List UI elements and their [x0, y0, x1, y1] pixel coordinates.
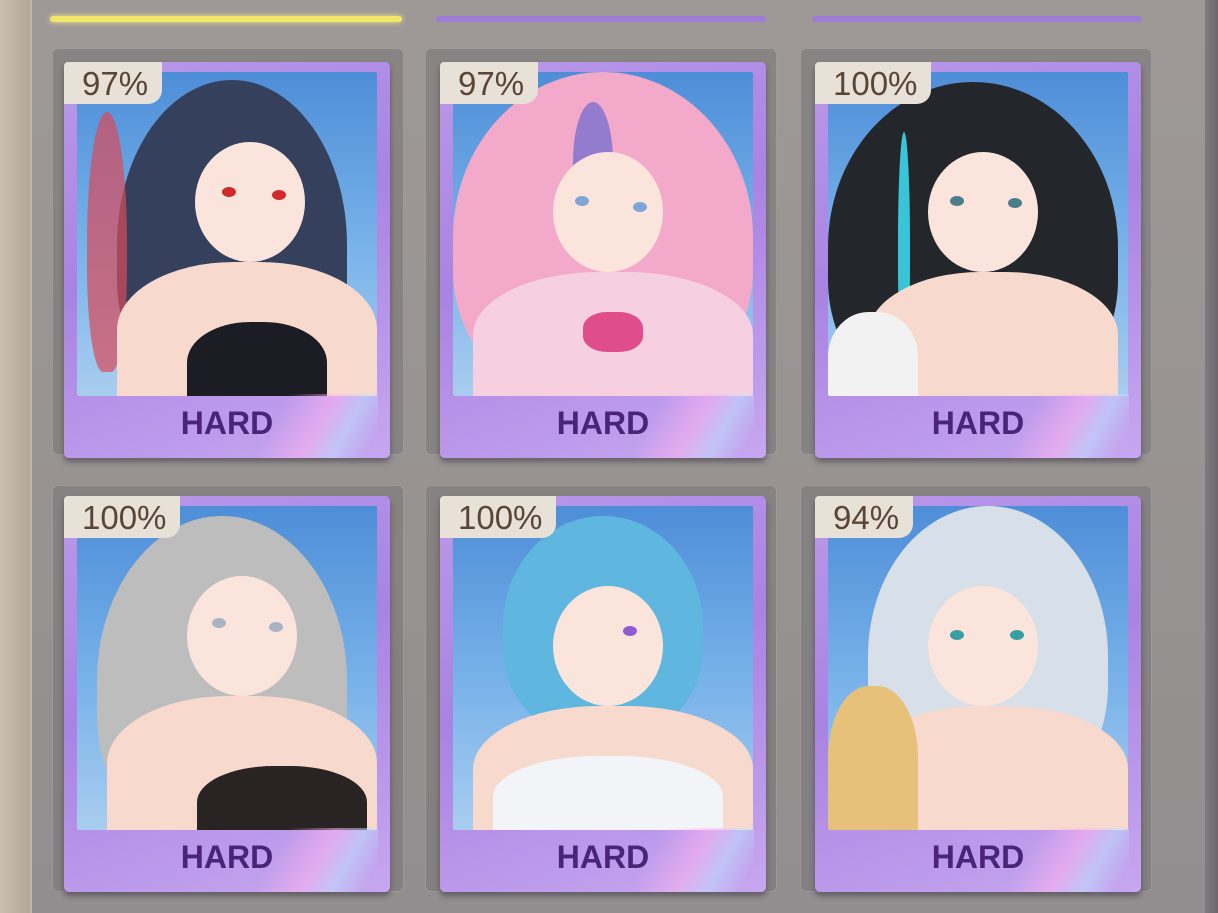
- character-face: [195, 142, 305, 262]
- character-eye: [1008, 198, 1022, 208]
- character-eye: [272, 190, 286, 200]
- character-portrait: [453, 506, 753, 830]
- character-eye: [222, 187, 236, 197]
- card-rim-bar: [812, 16, 1142, 22]
- completion-percent-badge: 100%: [440, 496, 557, 538]
- character-outfit: [828, 686, 918, 830]
- stage-card[interactable]: 97% HARD: [440, 62, 766, 458]
- character-outfit: [197, 766, 367, 830]
- character-portrait: [77, 72, 377, 396]
- stage-card[interactable]: 94% HARD: [815, 496, 1141, 892]
- panel-scroll-edge: [1205, 0, 1218, 913]
- difficulty-label: HARD: [556, 839, 650, 875]
- previous-card-selected-rim[interactable]: [50, 0, 402, 40]
- completion-percent-badge: 100%: [64, 496, 181, 538]
- difficulty-label: HARD: [931, 405, 1025, 441]
- difficulty-label: HARD: [180, 405, 274, 441]
- completion-percent-badge: 100%: [815, 62, 932, 104]
- stage-card[interactable]: 100% HARD: [440, 496, 766, 892]
- character-face: [928, 152, 1038, 272]
- stage-card[interactable]: 100% HARD: [815, 62, 1141, 458]
- previous-card-rim[interactable]: [436, 0, 766, 40]
- stage-card[interactable]: 97% HARD: [64, 62, 390, 458]
- character-eye: [212, 618, 226, 628]
- character-portrait: [828, 72, 1128, 396]
- completion-percent-badge: 97%: [440, 62, 539, 104]
- completion-percent-badge: 94%: [815, 496, 914, 538]
- character-eye: [950, 196, 964, 206]
- character-face: [553, 152, 663, 272]
- character-eye: [269, 622, 283, 632]
- character-outfit: [493, 756, 723, 830]
- character-face: [928, 586, 1038, 706]
- card-rim-bar: [436, 16, 766, 22]
- character-eye: [950, 630, 964, 640]
- character-face: [553, 586, 663, 706]
- character-portrait: [453, 72, 753, 396]
- selection-highlight: [50, 16, 402, 22]
- difficulty-label: HARD: [556, 405, 650, 441]
- difficulty-label: HARD: [931, 839, 1025, 875]
- character-portrait: [828, 506, 1128, 830]
- character-outfit: [828, 312, 918, 396]
- character-eye: [575, 196, 589, 206]
- previous-card-rim[interactable]: [812, 0, 1142, 40]
- stage-card[interactable]: 100% HARD: [64, 496, 390, 892]
- character-bow: [583, 312, 643, 352]
- character-eye: [633, 202, 647, 212]
- character-outfit: [187, 322, 327, 396]
- completion-percent-badge: 97%: [64, 62, 163, 104]
- character-face: [187, 576, 297, 696]
- character-eye: [623, 626, 637, 636]
- character-portrait: [77, 506, 377, 830]
- difficulty-label: HARD: [180, 839, 274, 875]
- character-eye: [1010, 630, 1024, 640]
